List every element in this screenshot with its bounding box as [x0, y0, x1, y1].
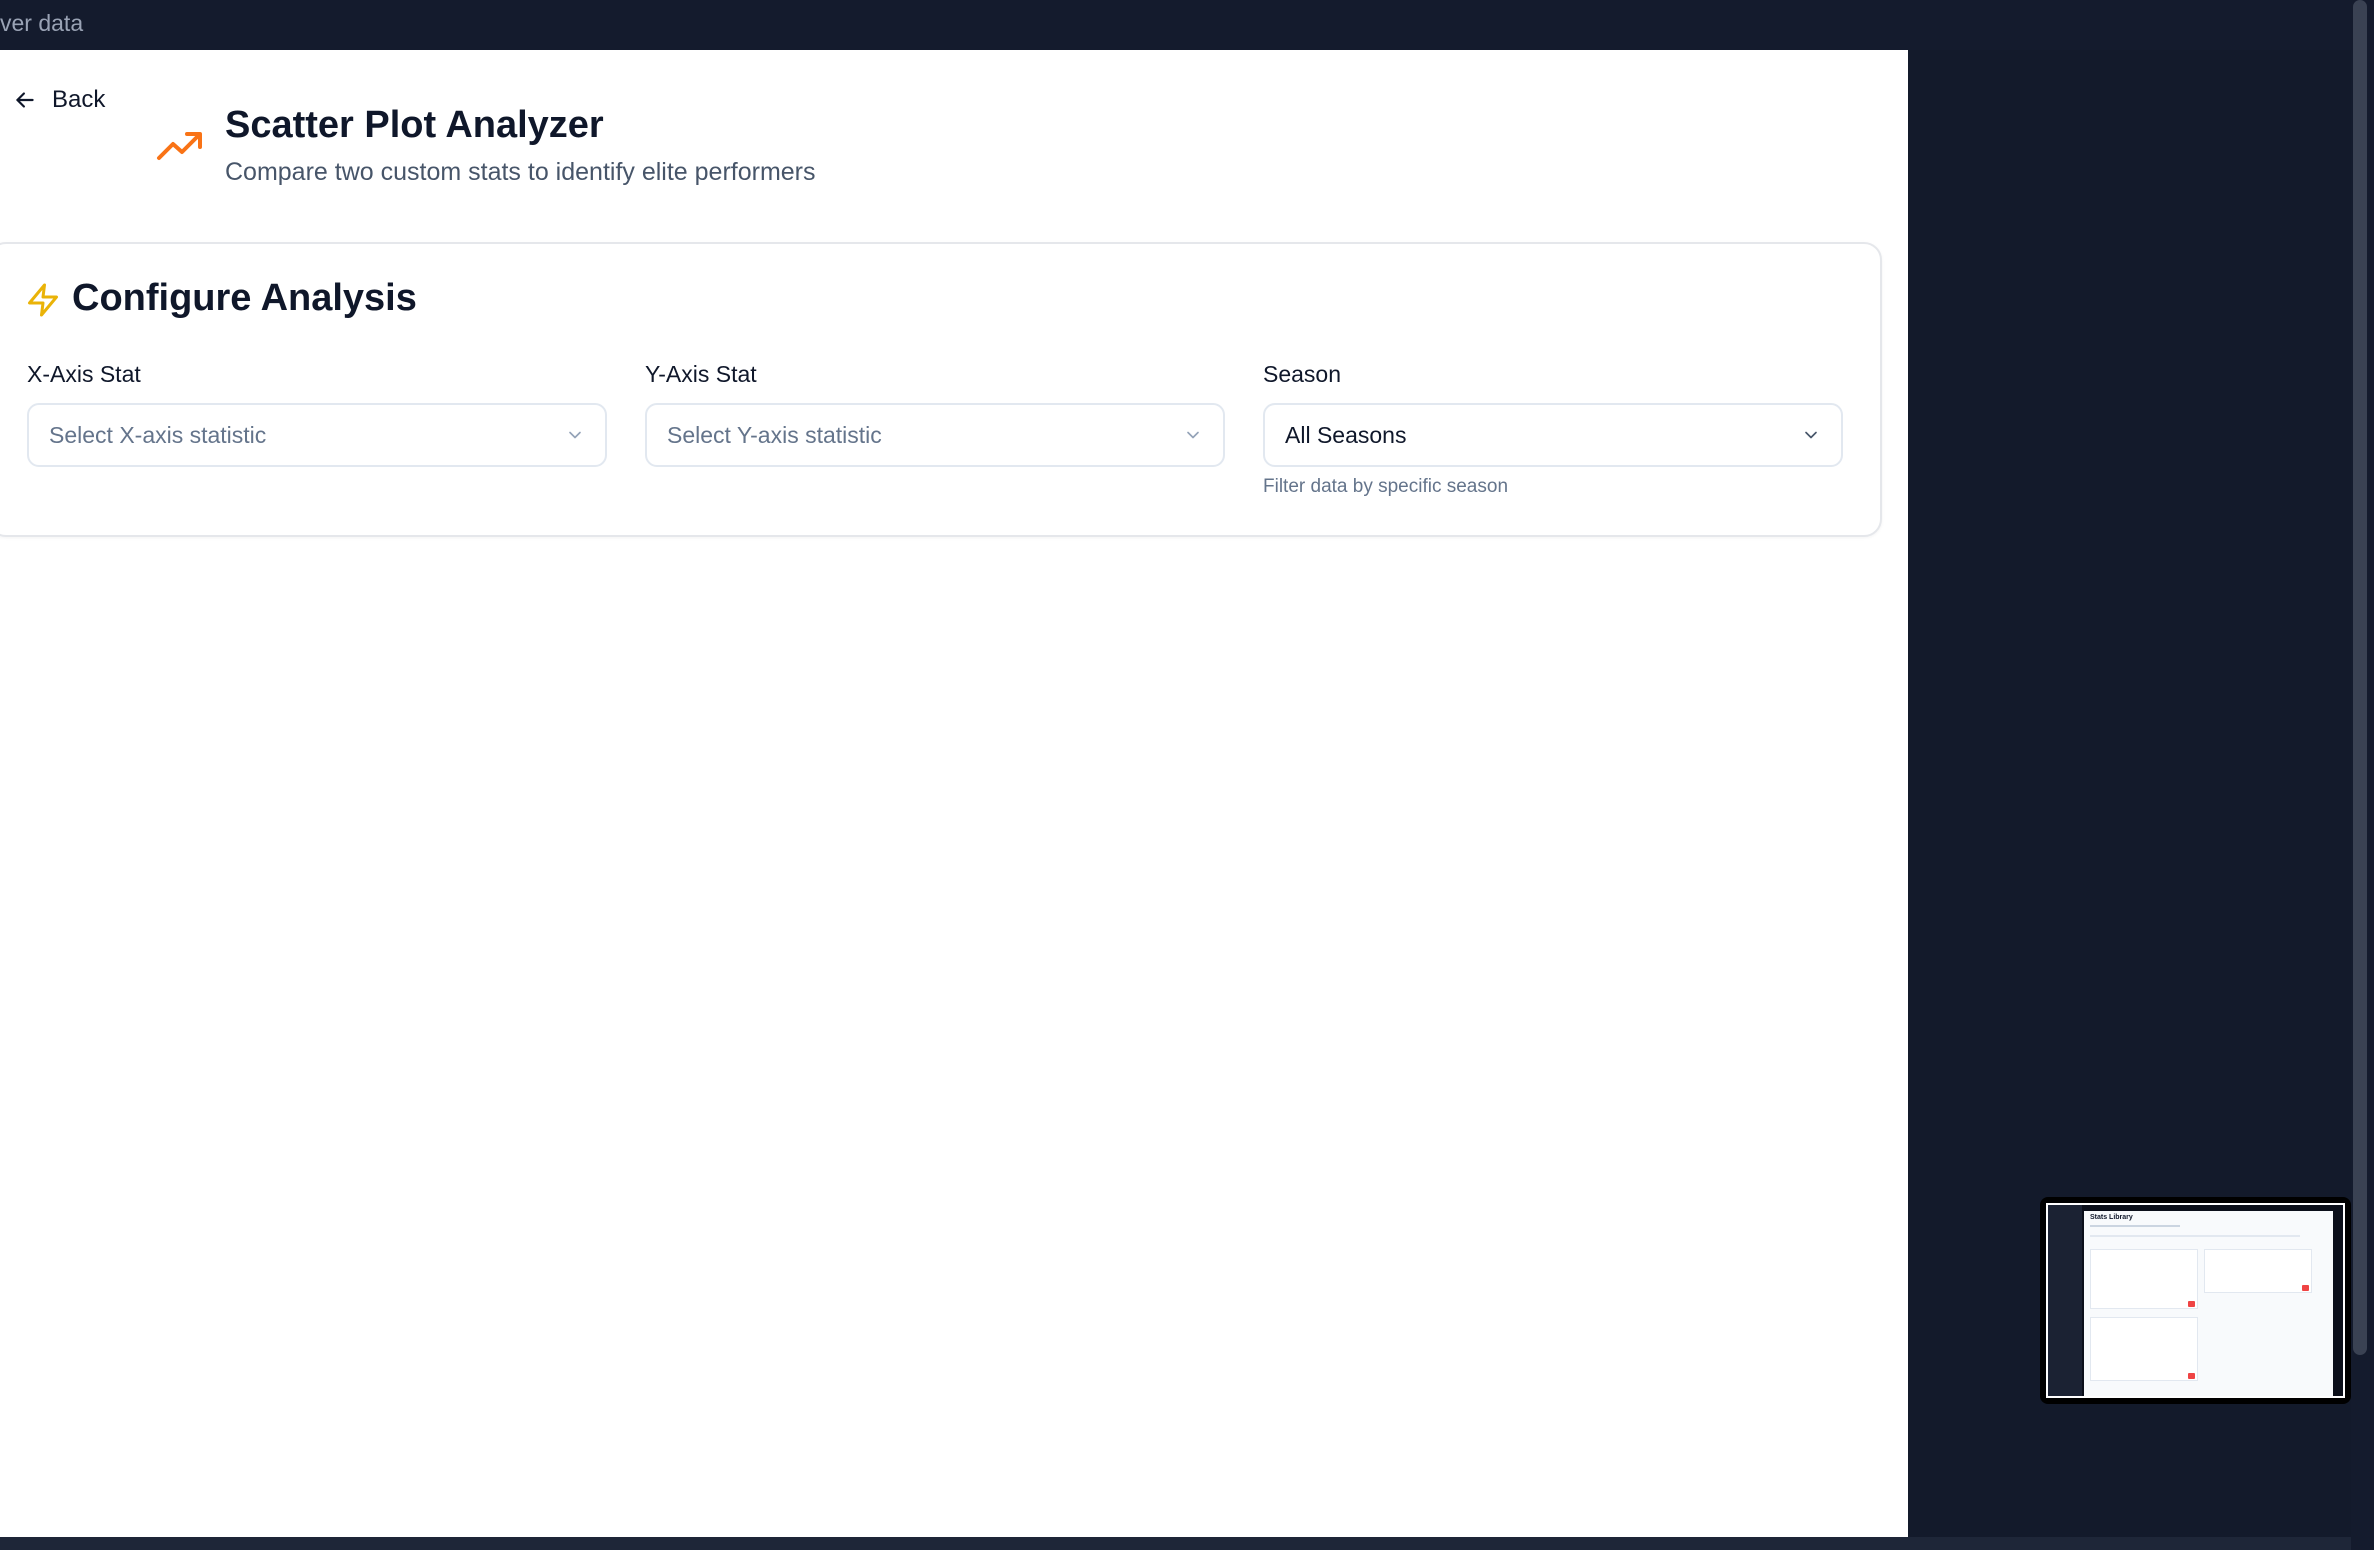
back-button[interactable]: Back	[12, 78, 105, 122]
x-axis-label: X-Axis Stat	[27, 361, 141, 387]
chevron-down-icon	[569, 431, 581, 439]
x-axis-placeholder: Select X-axis statistic	[49, 421, 267, 448]
thumbnail-delete-icon	[2188, 1373, 2195, 1379]
thumbnail-sidebar	[2048, 1205, 2082, 1396]
season-select[interactable]: All Seasons	[1263, 403, 1843, 467]
thumbnail-delete-icon	[2302, 1285, 2309, 1291]
chevron-down-icon	[1187, 431, 1199, 439]
top-bar-text: ver data	[0, 10, 84, 36]
y-axis-select[interactable]: Select Y-axis statistic	[645, 403, 1225, 467]
thumbnail-card	[2090, 1317, 2198, 1381]
bottom-bar	[0, 1537, 2351, 1550]
y-axis-placeholder: Select Y-axis statistic	[667, 421, 882, 448]
season-label: Season	[1263, 361, 1342, 387]
season-help-text: Filter data by specific season	[1263, 476, 1509, 497]
lightning-icon	[28, 283, 58, 317]
season-value: All Seasons	[1285, 421, 1407, 448]
thumbnail-delete-icon	[2188, 1301, 2195, 1307]
thumbnail-page: Stats Library	[2084, 1211, 2333, 1396]
trending-up-icon	[157, 132, 202, 160]
back-button-label: Back	[52, 86, 106, 113]
x-axis-select[interactable]: Select X-axis statistic	[27, 403, 607, 467]
thumbnail-line	[2090, 1225, 2180, 1227]
y-axis-label: Y-Axis Stat	[645, 361, 757, 387]
thumbnail-screen: Stats Library	[2046, 1203, 2345, 1398]
thumbnail-card	[2204, 1249, 2312, 1293]
thumbnail-title: Stats Library	[2090, 1214, 2133, 1221]
top-bar: ver data	[0, 0, 2374, 50]
chevron-down-icon	[1805, 431, 1817, 439]
page-subtitle: Compare two custom stats to identify eli…	[225, 158, 816, 186]
thumbnail-card	[2090, 1249, 2198, 1309]
page-title: Scatter Plot Analyzer	[225, 104, 604, 146]
arrow-left-icon	[16, 92, 34, 108]
thumbnail-line	[2090, 1235, 2300, 1237]
scrollbar-thumb[interactable]	[2353, 0, 2367, 1355]
window-thumbnail[interactable]: Stats Library	[2040, 1197, 2351, 1404]
card-title: Configure Analysis	[72, 277, 417, 319]
